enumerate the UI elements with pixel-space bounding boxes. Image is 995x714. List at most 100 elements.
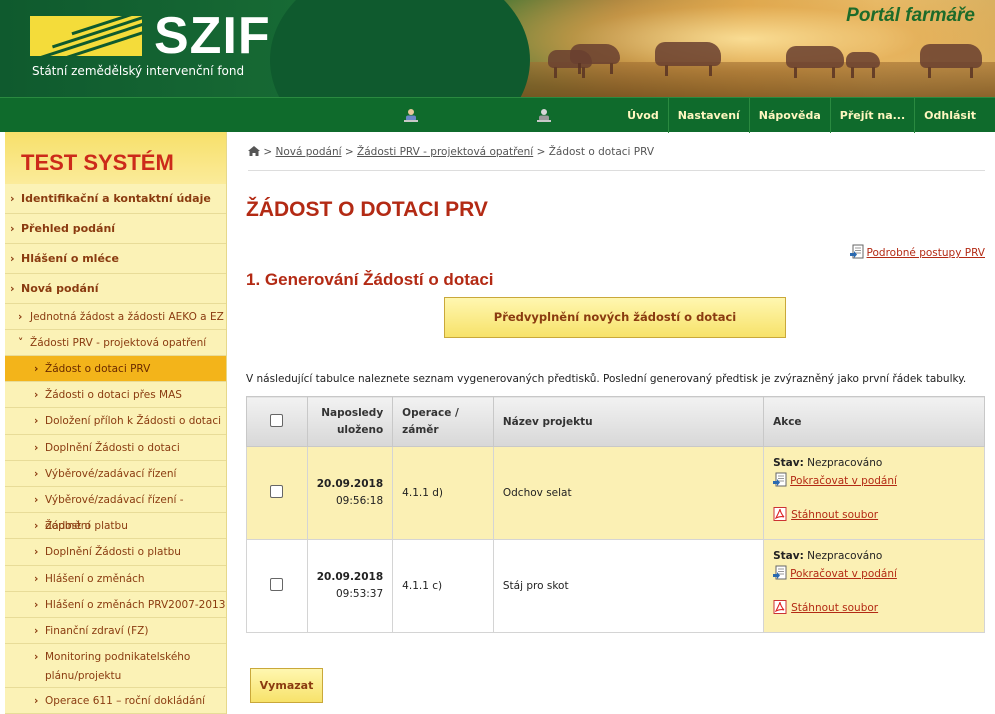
- nav-menu: Úvod Nastavení Nápověda Přejít na... Odh…: [618, 98, 985, 133]
- chevron-right-icon: ›: [34, 415, 39, 428]
- chevron-right-icon: ›: [34, 493, 39, 506]
- header-actions: Akce: [763, 396, 985, 447]
- chevron-down-icon: ›: [10, 282, 15, 295]
- select-all-header: [246, 396, 308, 447]
- document-arrow-icon: [773, 565, 787, 580]
- breadcrumb-link-prv-measures[interactable]: Žádosti PRV - projektová opatření: [357, 146, 533, 158]
- sidebar-item-identification[interactable]: › Identifikační a kontaktní údaje: [5, 184, 226, 214]
- banner-curve: [270, 0, 530, 97]
- sidebar-item-label: Identifikační a kontaktní údaje: [21, 192, 211, 205]
- sidebar-item-payment-request[interactable]: › Žádost o platbu: [5, 513, 226, 540]
- continue-submission-link[interactable]: Pokračovat v podání: [773, 472, 975, 487]
- procedures-link[interactable]: Podrobné postupy PRV: [849, 244, 985, 259]
- page-title: ŽÁDOST O DOTACI PRV: [246, 198, 488, 221]
- row-checkbox[interactable]: [270, 578, 284, 591]
- header-operation: Operace / záměr: [392, 396, 494, 447]
- select-all-checkbox[interactable]: [270, 413, 284, 427]
- table-header-row: Naposledy uloženo Operace / záměr Název pr…: [246, 396, 985, 447]
- pdf-icon: [773, 507, 787, 521]
- sidebar-item-label: Výběrové/zadávací řízení: [45, 467, 177, 480]
- sidebar-item-overview[interactable]: › Přehled podání: [5, 214, 226, 244]
- row-date: 20.09.2018: [316, 571, 384, 583]
- home-icon[interactable]: [248, 146, 260, 156]
- sidebar-item-financial-health[interactable]: › Finanční zdraví (FZ): [5, 618, 226, 645]
- sidebar-item-single-application[interactable]: › Jednotná žádost a žádosti AEKO a EZ: [5, 304, 226, 330]
- download-file-link[interactable]: Stáhnout soubor: [773, 507, 975, 521]
- table-row: 20.09.2018 09:53:37 4.1.1 c) Stáj pro sko…: [246, 539, 985, 633]
- delete-button[interactable]: Vymazat: [250, 668, 323, 703]
- status-value: Nezpracováno: [807, 550, 883, 562]
- row-project-name: Odchov selat: [492, 446, 765, 540]
- sidebar-item-label: Doplnění Žádosti o dotaci: [45, 441, 180, 454]
- document-arrow-icon: [773, 472, 787, 487]
- nav-item-settings[interactable]: Nastavení: [667, 98, 749, 133]
- header-last-saved-line1: Naposledy: [321, 406, 384, 419]
- breadcrumb-separator: >: [344, 146, 354, 158]
- sidebar-item-business-plan-monitoring[interactable]: › Monitoring podnikatelského plánu/projek…: [5, 644, 226, 689]
- chevron-right-icon: ›: [34, 389, 39, 402]
- breadcrumb-link-new-submissions[interactable]: Nová podání: [276, 146, 342, 158]
- sidebar-item-attachments[interactable]: › Doložení příloh k Žádosti o dotaci: [5, 408, 226, 435]
- download-file-label: Stáhnout soubor: [791, 602, 879, 614]
- sidebar-item-tender[interactable]: › Výběrové/zadávací řízení: [5, 461, 226, 487]
- sidebar-item-label: Žádost o dotaci PRV: [45, 363, 151, 375]
- nav-item-home[interactable]: Úvod: [618, 98, 668, 133]
- sidebar-item-prv-grant-application[interactable]: › Žádost o dotaci PRV: [5, 356, 226, 383]
- prefill-applications-button[interactable]: Předvyplnění nových žádostí o dotaci: [444, 297, 786, 338]
- sidebar-item-label: Doložení příloh k Žádosti o dotaci: [45, 415, 222, 428]
- download-file-link[interactable]: Stáhnout soubor: [773, 600, 975, 614]
- banner-cow: [846, 52, 880, 78]
- banner-cow: [655, 42, 721, 76]
- chevron-right-icon: ›: [34, 598, 39, 611]
- chevron-right-icon: ›: [18, 311, 23, 323]
- szif-logo-text: SZIF: [154, 7, 271, 65]
- sidebar-item-payment-supplement[interactable]: › Doplnění Žádosti o platbu: [5, 539, 226, 566]
- sidebar-item-mas-applications[interactable]: › Žádosti o dotaci přes MAS: [5, 382, 226, 409]
- section-title: 1. Generování Žádostí o dotaci: [246, 270, 494, 289]
- subject-icon[interactable]: [537, 108, 551, 122]
- table-info-text: V následující tabulce naleznete seznam v…: [246, 373, 967, 385]
- sidebar-item-label: Přehled podání: [21, 222, 116, 235]
- sidebar-item-new-submissions[interactable]: › Nová podání: [5, 274, 226, 304]
- chevron-right-icon: ›: [34, 467, 39, 480]
- header-banner: SZIF Státní zemědělský intervenční fond …: [0, 0, 995, 97]
- continue-submission-link[interactable]: Pokračovat v podání: [773, 565, 975, 580]
- status-label: Stav:: [773, 550, 804, 562]
- row-time: 09:56:18: [336, 495, 384, 507]
- chevron-right-icon: ›: [34, 520, 39, 533]
- chevron-right-icon: ›: [10, 252, 15, 265]
- row-date: 20.09.2018: [316, 478, 384, 490]
- nav-item-logout[interactable]: Odhlásit: [914, 98, 985, 133]
- szif-logo-mark: [30, 16, 142, 56]
- top-nav-bar: Úvod Nastavení Nápověda Přejít na... Odh…: [0, 97, 995, 133]
- banner-cow: [786, 46, 844, 78]
- continue-submission-label: Pokračovat v podání: [790, 568, 897, 580]
- nav-item-help[interactable]: Nápověda: [748, 98, 830, 133]
- sidebar-item-milk-report[interactable]: › Hlášení o mléce: [5, 244, 226, 274]
- sidebar-item-label: Jednotná žádost a žádosti AEKO a EZ: [30, 311, 224, 323]
- sidebar: TEST SYSTÉM › Identifikační a kontaktní ú…: [5, 132, 227, 714]
- sidebar-item-tender-supplement[interactable]: › Výběrové/zadávací řízení - doplnění: [5, 487, 226, 532]
- row-saved-cell: 20.09.2018 09:56:18: [306, 446, 394, 540]
- sidebar-item-label: Doplnění Žádosti o platbu: [45, 546, 181, 559]
- row-project-name: Stáj pro skot: [492, 539, 765, 633]
- sidebar-item-label: Nová podání: [21, 282, 99, 295]
- chevron-right-icon: ›: [34, 572, 39, 585]
- header-last-saved-line2: uloženo: [336, 423, 384, 436]
- chevron-right-icon: ›: [34, 624, 39, 637]
- sidebar-item-operation-611[interactable]: › Operace 611 – roční dokládání příloh: [5, 688, 226, 714]
- procedures-link-label: Podrobné postupy PRV: [866, 247, 985, 259]
- sidebar-item-application-supplement[interactable]: › Doplnění Žádosti o dotaci: [5, 435, 226, 461]
- nav-item-goto[interactable]: Přejít na...: [829, 98, 914, 133]
- sidebar-item-change-report-2007[interactable]: › Hlášení o změnách PRV2007-2013: [5, 592, 226, 618]
- user-icon[interactable]: [404, 108, 418, 122]
- chevron-down-icon: ˅: [18, 337, 24, 349]
- document-arrow-icon: [849, 244, 864, 259]
- environment-title: TEST SYSTÉM: [5, 132, 226, 184]
- row-checkbox[interactable]: [270, 485, 284, 498]
- banner-cow: [920, 44, 982, 78]
- sidebar-item-change-report[interactable]: › Hlášení o změnách: [5, 566, 226, 592]
- sidebar-item-prv-project-measures[interactable]: ˅ Žádosti PRV - projektová opatření: [5, 330, 226, 356]
- sidebar-item-label: Žádost o platbu: [45, 520, 128, 533]
- chevron-right-icon: ›: [34, 695, 39, 708]
